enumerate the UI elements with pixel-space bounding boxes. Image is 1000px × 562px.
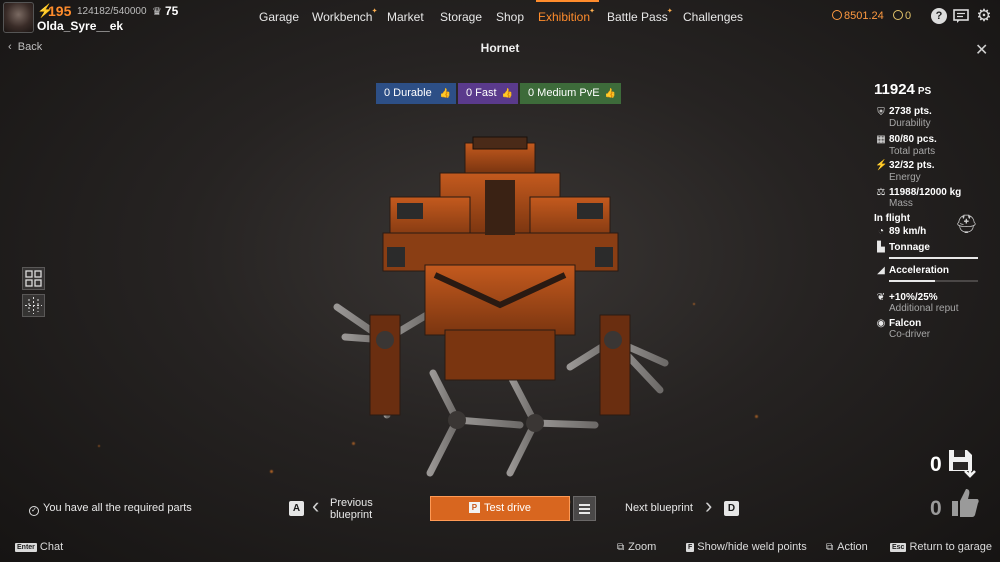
codriver-label: Co-driver: [889, 329, 931, 340]
thumbs-up-icon: 👍: [604, 88, 616, 98]
badges-balance[interactable]: 0: [893, 10, 911, 22]
weld-points-button[interactable]: [22, 294, 45, 317]
acceleration-label: Acceleration: [889, 265, 950, 276]
action-hint: ⧉ Action: [826, 541, 868, 553]
notification-dot-icon: ✦: [666, 8, 673, 15]
key-esc-hint: Esc: [890, 543, 907, 552]
thumbs-up-like-icon[interactable]: [950, 487, 980, 519]
grid-view-button[interactable]: [22, 267, 45, 290]
help-icon[interactable]: ?: [931, 8, 947, 24]
helicopter-icon[interactable]: ⛑: [955, 214, 978, 235]
chevron-left-icon[interactable]: ‹: [312, 493, 319, 519]
durability-label: Durability: [889, 118, 931, 129]
key-a-hint: A: [289, 501, 304, 516]
acceleration-icon: ◢: [877, 265, 885, 276]
coins-balance[interactable]: 8501.24: [832, 10, 884, 22]
parts-icon: ▦: [876, 134, 886, 145]
nav-garage[interactable]: Garage: [259, 10, 299, 28]
acceleration-bar-fill: [889, 280, 936, 282]
nav-challenges[interactable]: Challenges: [683, 10, 743, 28]
zoom-hint: ⧉ Zoom: [617, 541, 657, 553]
save-download-icon[interactable]: [947, 447, 979, 479]
thumbs-up-icon: 👍: [439, 88, 451, 98]
nav-market[interactable]: Market: [387, 10, 424, 28]
power-score: 11924 PS: [874, 81, 932, 98]
player-avatar[interactable]: [3, 2, 34, 33]
durability-icon: ⛨: [877, 107, 885, 118]
key-enter-hint: Enter: [15, 543, 37, 552]
nav-storage[interactable]: Storage: [440, 10, 482, 28]
test-drive-button[interactable]: P Test drive: [430, 496, 570, 521]
durability-value: 2738 pts.: [889, 106, 932, 117]
parts-label: Total parts: [889, 146, 936, 157]
rank-icon: ♛: [152, 6, 162, 18]
chevron-right-icon[interactable]: ›: [705, 493, 712, 519]
weld-points-hint: F Show/hide weld points: [686, 541, 807, 553]
tag-medium-pve[interactable]: 0 Medium PvE 👍: [520, 83, 621, 104]
parts-value: 80/80 pcs.: [889, 134, 937, 145]
mouse-icon: ⧉: [826, 542, 834, 553]
tonnage-bar: [889, 257, 978, 259]
vehicle-model[interactable]: [325, 135, 675, 480]
likes-count: 0: [930, 497, 942, 520]
key-d-hint: D: [724, 501, 739, 516]
mouse-icon: ⧉: [617, 542, 625, 553]
nav-battle-pass[interactable]: Battle Pass ✦: [607, 8, 673, 28]
thumbs-up-icon: 👍: [501, 88, 513, 98]
chat-hint[interactable]: Enter Chat: [15, 541, 63, 553]
coin-icon: [832, 10, 842, 20]
close-icon[interactable]: ✕: [975, 40, 988, 60]
player-xp: 124182/540000: [77, 6, 147, 17]
reputation-label: Additional reput: [889, 303, 959, 314]
notification-dot-icon: ✦: [371, 8, 378, 15]
energy-value: 32/32 pts.: [889, 160, 935, 171]
tag-durable[interactable]: 0 Durable 👍: [376, 83, 456, 104]
speedometer-icon: ◔: [877, 226, 885, 237]
active-tab-indicator: [536, 0, 599, 2]
blueprint-title: Hornet: [480, 41, 520, 55]
codriver-value: Falcon: [889, 318, 922, 329]
grid-icon: [25, 270, 42, 287]
badge-currency-icon: [893, 10, 903, 20]
return-to-garage-hint[interactable]: Esc Return to garage: [890, 541, 992, 553]
mass-icon: ⚖: [876, 187, 886, 198]
tonnage-label: Tonnage: [889, 242, 930, 253]
tonnage-bar-fill: [889, 257, 978, 259]
mass-label: Mass: [889, 198, 913, 209]
messages-icon[interactable]: [953, 8, 969, 24]
player-rank: 75: [165, 4, 179, 18]
nav-exhibition[interactable]: Exhibition ✦: [538, 8, 595, 28]
saves-count: 0: [930, 453, 942, 476]
check-circle-icon: ✓: [29, 506, 39, 516]
crosshair-grid-icon: [25, 297, 42, 314]
reputation-icon: ❦: [876, 292, 886, 303]
codriver-icon: ◉: [876, 318, 886, 329]
in-flight-label: In flight: [874, 213, 911, 224]
energy-icon: ⚡: [875, 160, 888, 171]
notification-dot-icon: ✦: [589, 8, 596, 15]
player-level: 195: [48, 3, 72, 19]
key-f-hint: F: [686, 543, 695, 552]
previous-blueprint-button[interactable]: Previous blueprint: [330, 497, 373, 521]
mass-value: 11988/12000 kg: [889, 187, 962, 198]
menu-button[interactable]: [573, 496, 596, 521]
settings-gear-icon[interactable]: ⚙: [976, 7, 992, 24]
reputation-value: +10%/25%: [889, 292, 938, 303]
key-p-hint: P: [468, 502, 480, 513]
next-blueprint-button[interactable]: Next blueprint: [625, 502, 693, 514]
acceleration-bar: [889, 280, 978, 282]
speed-value: 89 km/h: [889, 226, 927, 237]
player-username: Olda_Syre__ek: [37, 19, 124, 33]
top-bar: ⚡ 195 124182/540000 ♛ 75 Olda_Syre__ek G…: [0, 0, 1000, 36]
energy-label: Energy: [889, 172, 921, 183]
tonnage-icon: ▙: [877, 242, 885, 253]
tag-fast[interactable]: 0 Fast 👍: [458, 83, 518, 104]
required-parts-status: ✓ You have all the required parts: [29, 502, 192, 516]
nav-workbench[interactable]: Workbench ✦: [312, 8, 377, 28]
nav-shop[interactable]: Shop: [496, 10, 524, 28]
